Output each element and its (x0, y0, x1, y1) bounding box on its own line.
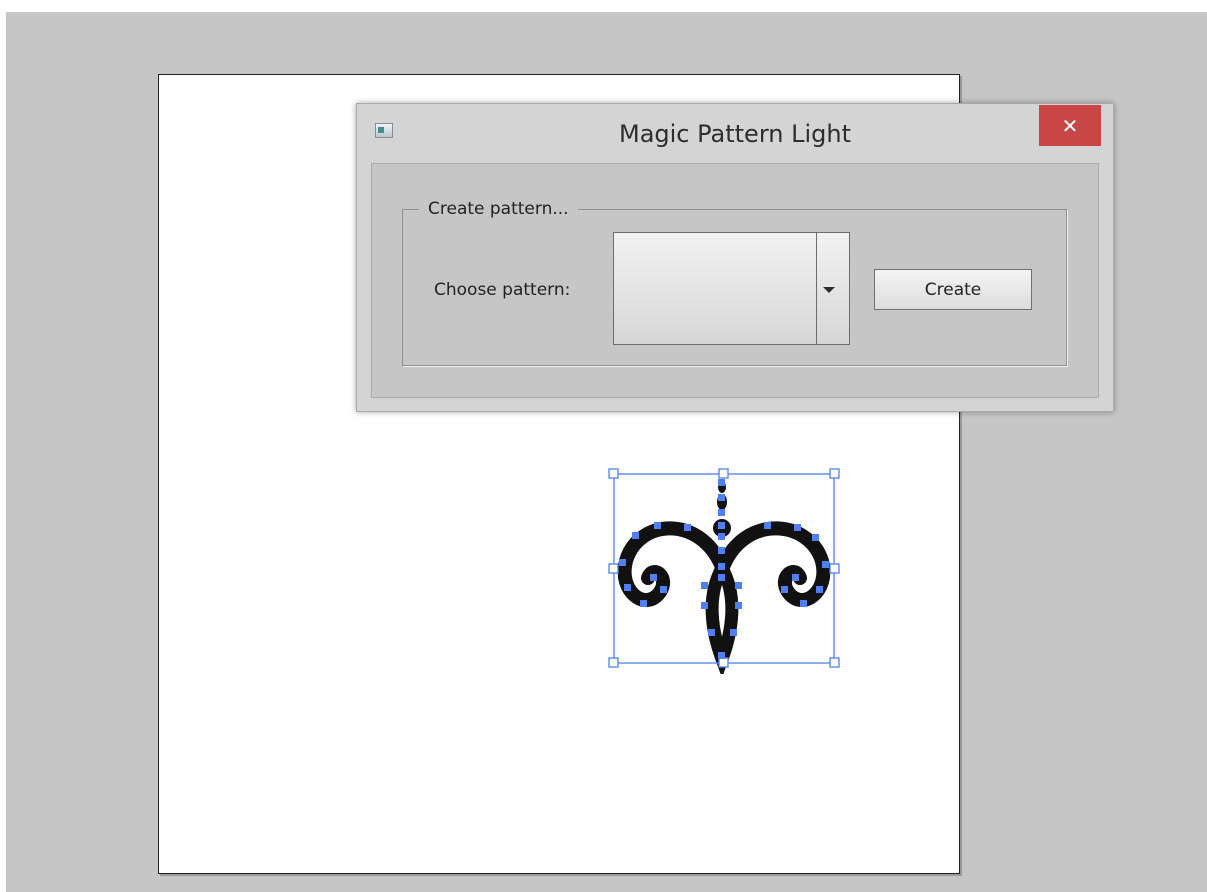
selected-ornament[interactable] (604, 464, 844, 674)
group-title: Create pattern... (419, 199, 578, 219)
create-pattern-group: Create pattern... Choose pattern: Create (402, 199, 1067, 366)
close-button[interactable]: ✕ (1039, 105, 1101, 146)
chevron-down-icon[interactable] (823, 287, 835, 293)
dialog-title: Magic Pattern Light (618, 120, 851, 148)
pattern-select-divider (816, 233, 817, 344)
dialog-titlebar[interactable]: Magic Pattern Light ✕ (357, 104, 1113, 162)
create-button[interactable]: Create (874, 269, 1032, 310)
dialog-client-area: Create pattern... Choose pattern: Create (371, 163, 1099, 398)
magic-pattern-dialog: Magic Pattern Light ✕ Create pattern... … (356, 103, 1114, 412)
pattern-select[interactable] (613, 232, 850, 345)
choose-pattern-label: Choose pattern: (434, 280, 571, 300)
